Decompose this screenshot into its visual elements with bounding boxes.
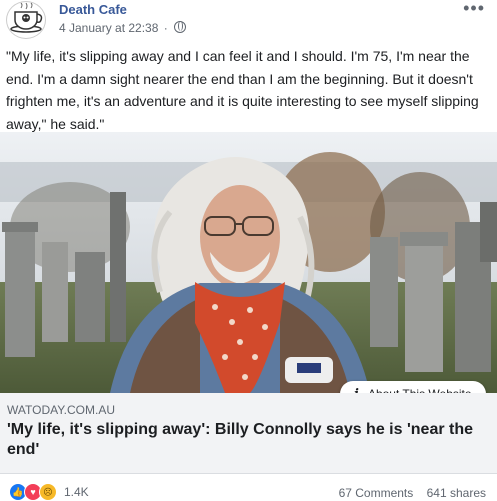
link-headline[interactable]: 'My life, it's slipping away': Billy Con… <box>7 420 477 460</box>
link-preview-image[interactable] <box>0 132 497 393</box>
link-preview-box[interactable]: WATODAY.COM.AU 'My life, it's slipping a… <box>0 393 497 474</box>
more-options-icon[interactable]: ••• <box>463 0 485 19</box>
reaction-count: 1.4K <box>64 485 89 499</box>
comments-count[interactable]: 67 Comments <box>339 486 414 500</box>
shares-count[interactable]: 641 shares <box>427 486 486 500</box>
page-avatar[interactable] <box>6 1 46 39</box>
post-timestamp[interactable]: 4 January at 22:38 <box>59 21 158 35</box>
globe-icon[interactable] <box>173 21 186 33</box>
cemetery-portrait-image <box>0 132 497 393</box>
post-meta: 4 January at 22:38 · <box>59 21 186 35</box>
post-text: "My life, it's slipping away and I can f… <box>6 48 479 132</box>
reactions-summary[interactable]: 👍 ♥ ☹ 1.4K <box>9 483 89 501</box>
sad-reaction-icon: ☹ <box>39 483 57 501</box>
link-domain: WATODAY.COM.AU <box>7 403 116 417</box>
post-footer: 👍 ♥ ☹ 1.4K 67 Comments 641 shares <box>0 478 497 501</box>
page-name[interactable]: Death Cafe <box>59 2 127 17</box>
teacup-skull-logo-icon <box>10 2 43 33</box>
engagement-counts: 67 Comments 641 shares <box>339 486 486 500</box>
post-header: Death Cafe 4 January at 22:38 · ••• <box>0 0 497 40</box>
